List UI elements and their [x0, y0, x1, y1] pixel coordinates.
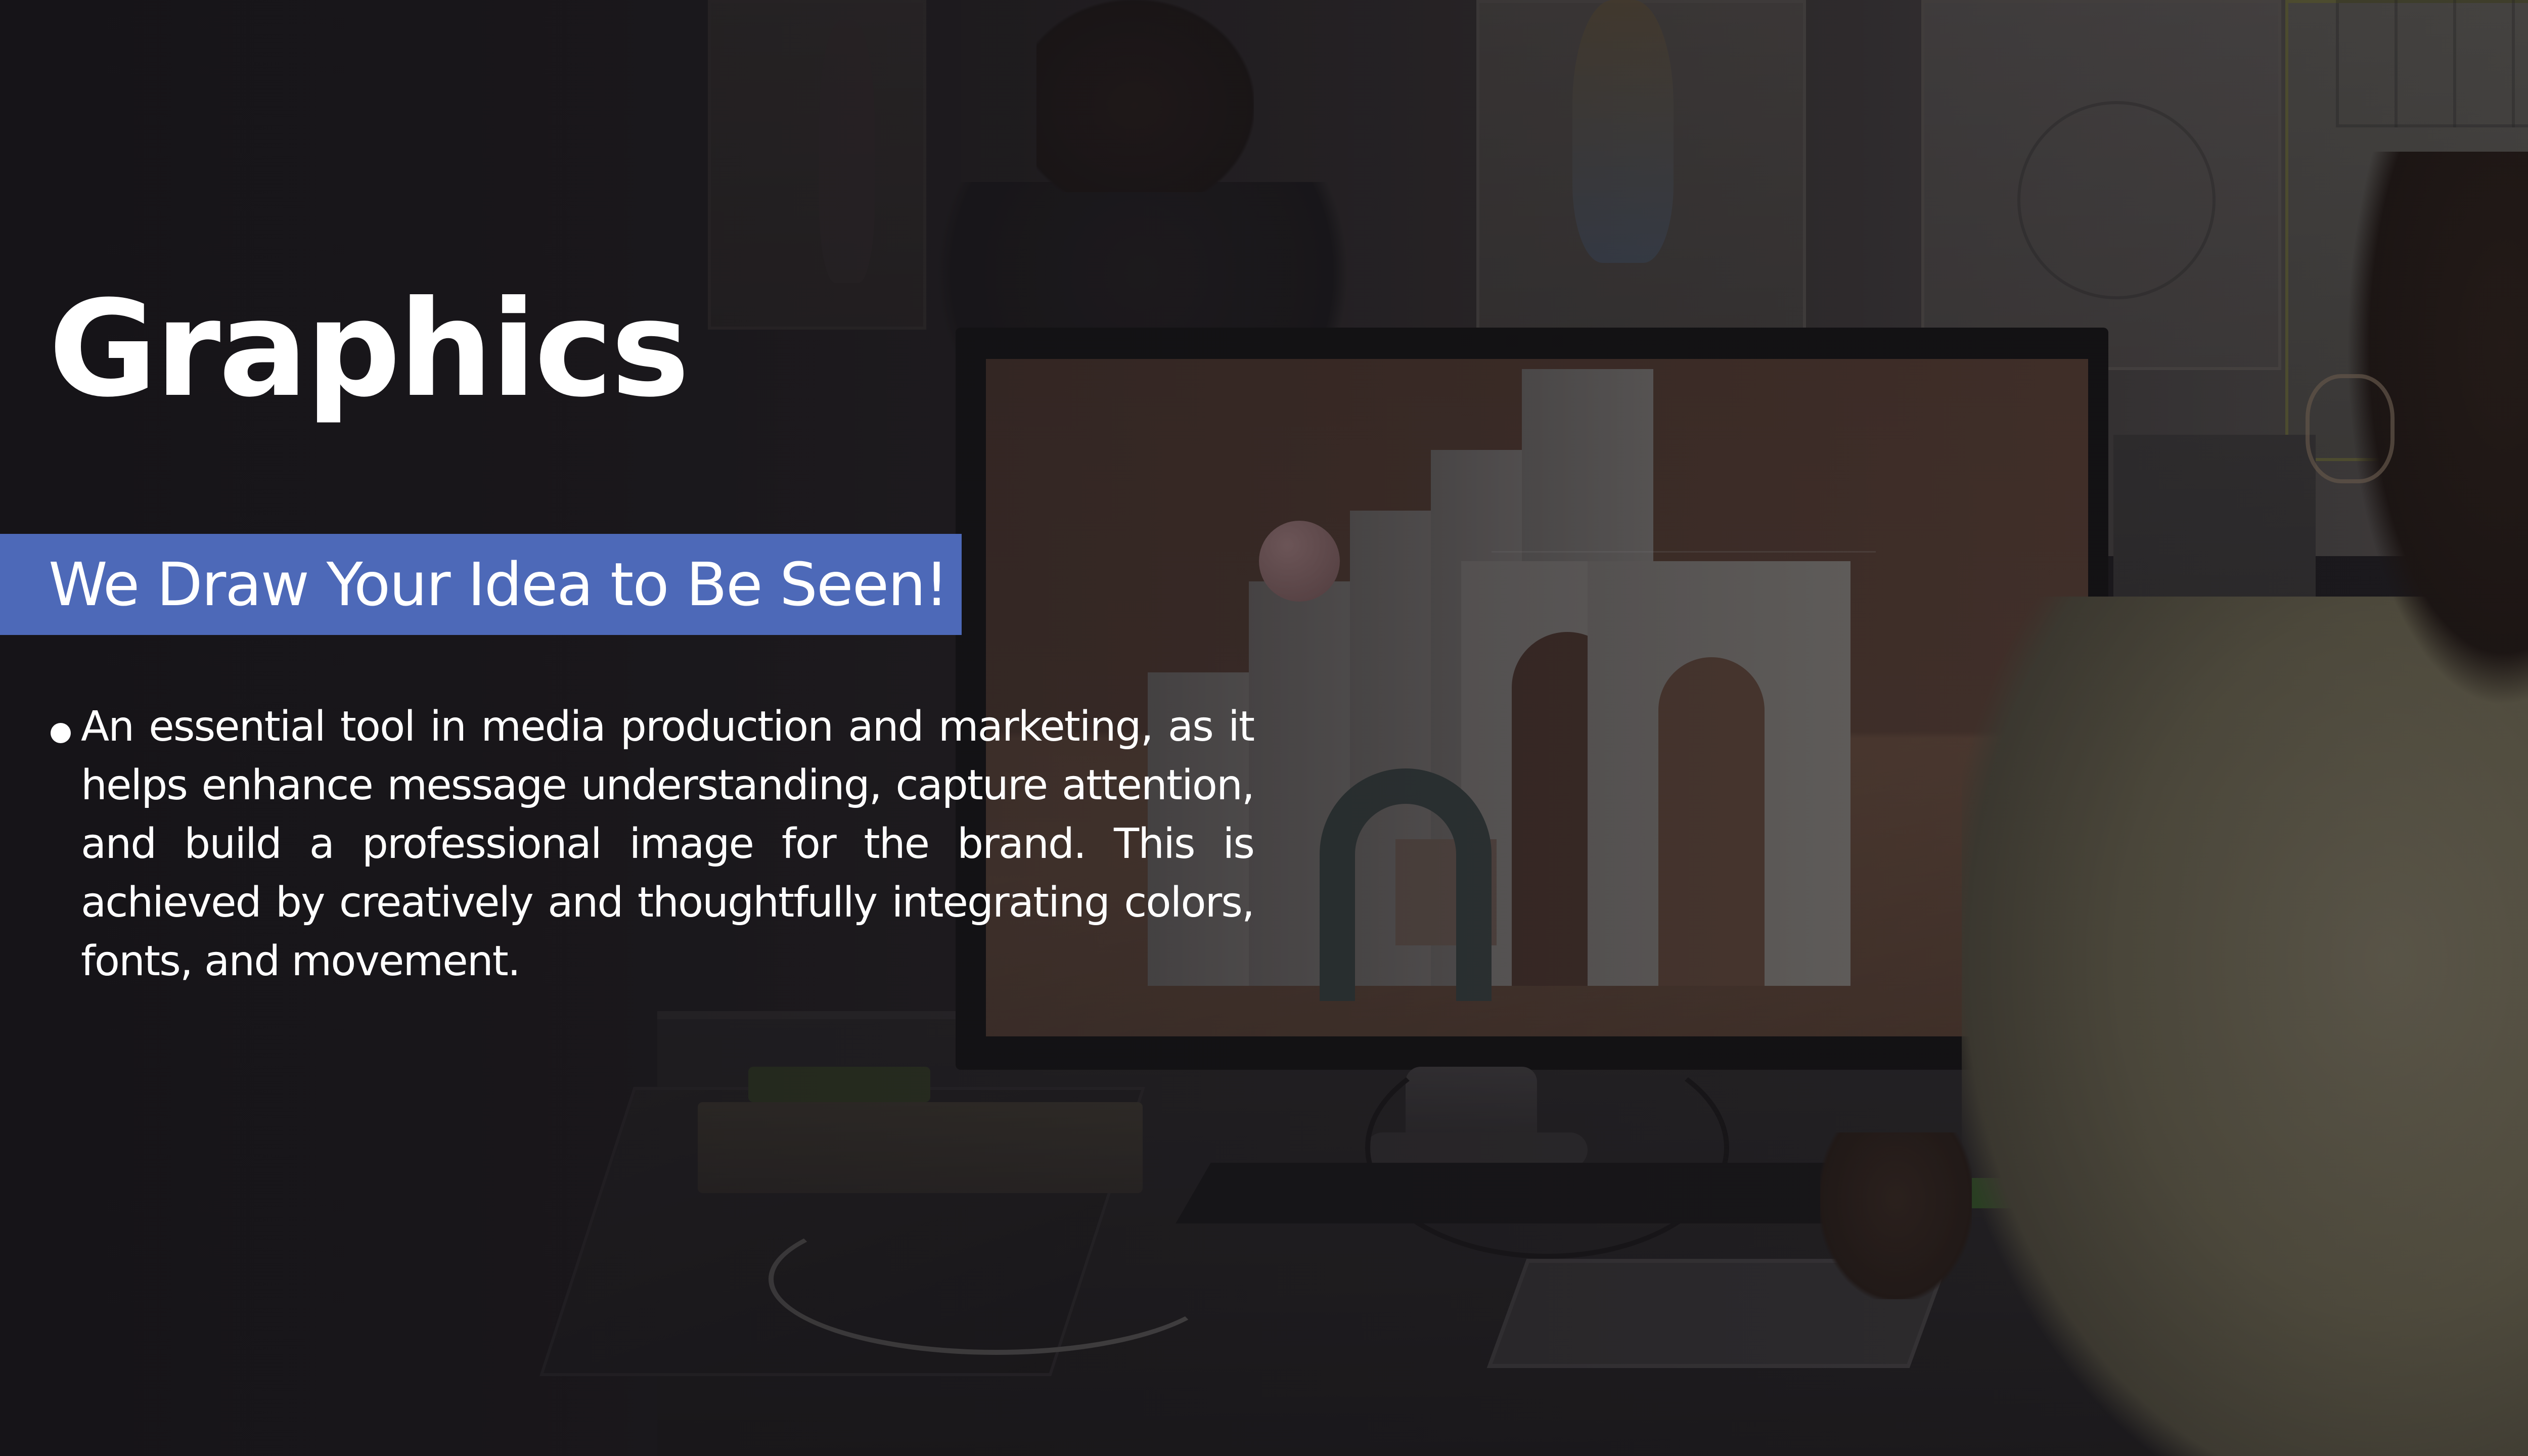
bullet-list: An essential tool in media production an… [51, 698, 1264, 991]
subtitle-band: We Draw Your Idea to Be Seen! [0, 534, 962, 635]
bullet-text: An essential tool in media production an… [81, 703, 1255, 985]
slide-title: Graphics [49, 272, 690, 426]
slide-subtitle: We Draw Your Idea to Be Seen! [49, 550, 949, 619]
bullet-dot-icon [51, 723, 71, 743]
slide: Graphics We Draw Your Idea to Be Seen! A… [0, 0, 2528, 1456]
